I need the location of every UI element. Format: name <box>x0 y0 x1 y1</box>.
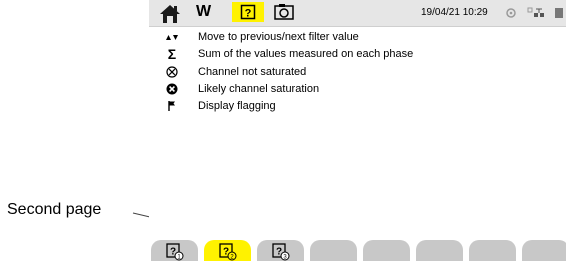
svg-text:Σ: Σ <box>168 47 176 61</box>
tab-empty[interactable] <box>469 240 516 261</box>
legend-item: Likely channel saturation <box>149 81 566 97</box>
legend-text: Sum of the values measured on each phase <box>198 48 414 60</box>
battery-icon <box>555 8 563 18</box>
status-icons <box>504 4 564 22</box>
mode-label[interactable]: W <box>196 2 211 22</box>
sigma-icon: Σ <box>163 46 181 62</box>
circle-x-icon <box>163 64 181 80</box>
status-bar: W ? 19/04/21 10:29 <box>149 0 566 27</box>
device-screen: W ? 19/04/21 10:29 Move to previous/next… <box>149 0 566 261</box>
tab-help-page-3[interactable]: ? 3 <box>257 240 304 261</box>
network-icon <box>527 7 544 17</box>
datetime: 19/04/21 10:29 <box>421 7 488 18</box>
legend-item: Σ Sum of the values measured on each pha… <box>149 46 566 62</box>
tab-empty[interactable] <box>310 240 357 261</box>
tab-help-page-1[interactable]: ? 1 <box>151 240 198 261</box>
help-legend: Move to previous/next filter value Σ Sum… <box>149 27 566 237</box>
help-page-2-icon: ? 2 <box>219 243 237 261</box>
help-icon[interactable]: ? <box>232 2 264 22</box>
filled-circle-x-icon <box>163 81 181 97</box>
camera-icon[interactable] <box>273 3 295 21</box>
legend-text: Channel not saturated <box>198 66 307 78</box>
legend-item: Move to previous/next filter value <box>149 29 566 45</box>
legend-text: Move to previous/next filter value <box>198 31 359 43</box>
settings-icon <box>506 8 516 18</box>
callout-label: Second page <box>7 201 102 218</box>
tab-empty[interactable] <box>416 240 463 261</box>
help-page-3-icon: ? 3 <box>272 243 290 261</box>
flag-icon <box>163 98 181 114</box>
home-icon[interactable] <box>157 0 183 26</box>
help-page-1-icon: ? 1 <box>166 243 184 261</box>
svg-text:?: ? <box>245 8 252 20</box>
legend-item: Channel not saturated <box>149 64 566 80</box>
up-down-arrows-icon <box>163 29 181 45</box>
page-tabs: ? 1 ? 2 ? 3 <box>149 238 566 261</box>
legend-text: Likely channel saturation <box>198 83 320 95</box>
tab-help-page-2[interactable]: ? 2 <box>204 240 251 261</box>
tab-empty[interactable] <box>522 240 566 261</box>
legend-text: Display flagging <box>198 100 276 112</box>
legend-item: Display flagging <box>149 98 566 114</box>
tab-empty[interactable] <box>363 240 410 261</box>
